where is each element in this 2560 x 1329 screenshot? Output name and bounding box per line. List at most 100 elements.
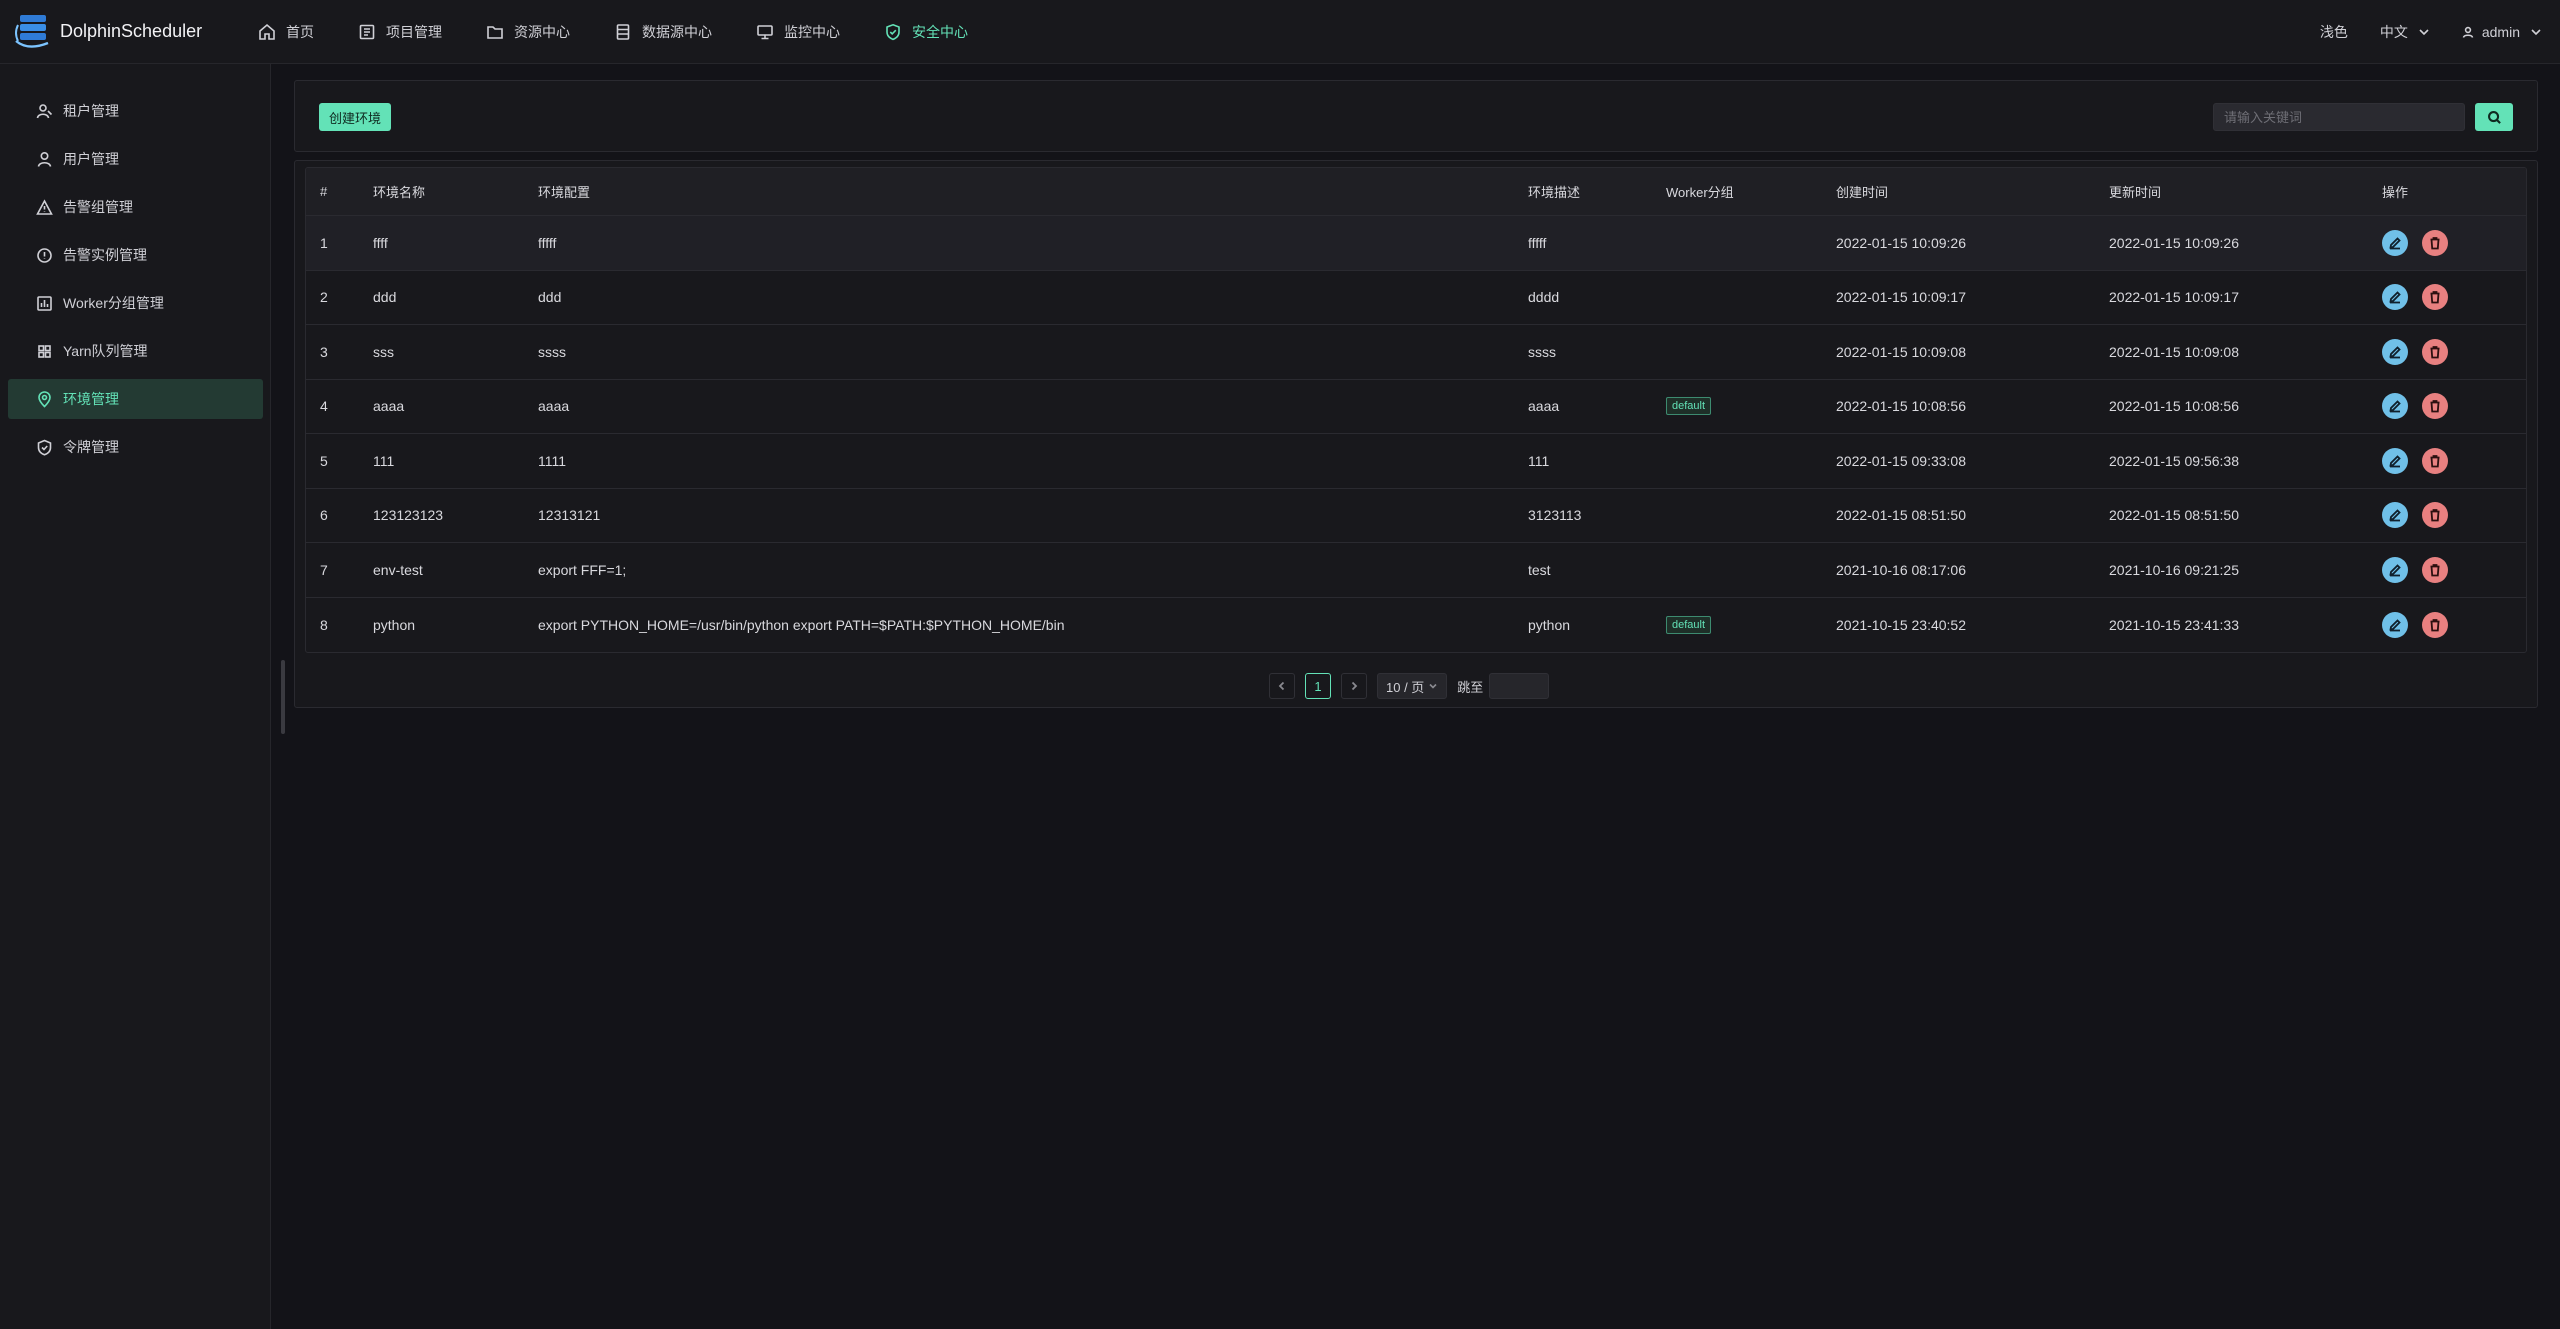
language-select[interactable]: 中文 [2380,22,2430,42]
cell-config: 1111 [538,452,567,469]
delete-icon [2430,618,2440,632]
edit-button[interactable] [2382,229,2408,256]
sidebar-item-alert-group[interactable]: 告警组管理 [8,187,263,227]
edit-button[interactable] [2382,338,2408,365]
cell-created: 2022-01-15 08:51:50 [1836,507,1966,524]
delete-button[interactable] [2422,556,2448,583]
cell-desc: python [1528,616,1571,633]
sidebar-item-tenant[interactable]: 租户管理 [8,91,263,131]
edit-icon [2389,236,2401,250]
search-input[interactable] [2213,103,2465,131]
cell-updated: 2022-01-15 08:51:50 [2109,507,2239,524]
theme-toggle[interactable]: 浅色 [2320,22,2348,42]
toolbar-card: 创建环境 [294,80,2538,152]
sidebar-item-user[interactable]: 用户管理 [8,139,263,179]
column-header-name: 环境名称 [373,185,426,200]
delete-button[interactable] [2422,611,2448,638]
cell-created: 2022-01-15 10:09:26 [1836,234,1966,251]
sidebar-item-environment[interactable]: 环境管理 [8,379,263,419]
cell-index: 8 [320,616,328,633]
nav-home[interactable]: 首页 [236,0,336,64]
nav-datasource-label: 数据源中心 [642,23,712,40]
jump-page-input[interactable] [1489,673,1550,699]
delete-button[interactable] [2422,393,2448,420]
cell-actions [2382,489,2462,543]
cell-name: aaaa [373,398,405,415]
delete-button[interactable] [2422,284,2448,311]
sidebar-item-token[interactable]: 令牌管理 [8,427,263,467]
cell-config: aaaa [538,398,570,415]
chevron-left-icon [1278,681,1285,691]
edit-button[interactable] [2382,502,2408,529]
table-header: # 环境名称 环境配置 环境描述 Worker分组 创建时间 更新时间 操作 [306,168,2526,216]
column-header-updated: 更新时间 [2109,185,2162,200]
chevron-down-icon [2531,28,2541,35]
next-page-button[interactable] [1341,673,1367,699]
nav-monitor[interactable]: 监控中心 [734,0,862,64]
column-header-actions: 操作 [2382,185,2409,200]
folder-icon [487,25,503,39]
prev-page-button[interactable] [1269,673,1295,699]
nav-project[interactable]: 项目管理 [336,0,464,64]
edit-button[interactable] [2382,556,2408,583]
table-row: 8 python export PYTHON_HOME=/usr/bin/pytho… [306,598,2526,653]
shield-icon [886,23,900,40]
user-menu[interactable]: admin [2462,24,2542,40]
cell-name: env-test [373,561,423,578]
delete-icon [2430,345,2440,359]
cell-created: 2022-01-15 10:09:17 [1836,289,1966,306]
delete-button[interactable] [2422,229,2448,256]
table-card: # 环境名称 环境配置 环境描述 Worker分组 创建时间 更新时间 操作 1… [294,160,2538,708]
column-header-worker-group: Worker分组 [1666,185,1734,200]
page-size-select[interactable]: 10 / 页 [1377,673,1448,699]
cell-actions [2382,325,2462,379]
nav-resource-label: 资源中心 [514,23,570,40]
cell-actions [2382,380,2462,434]
alert-group-icon [36,198,53,215]
delete-button[interactable] [2422,447,2448,474]
table-row: 2 ddd ddd dddd 2022-01-15 10:09:17 2022-01-15… [306,271,2526,325]
table-body: 1 ffff fffff fffff 2022-01-15 10:09:26 2022-0… [306,216,2526,652]
delete-button[interactable] [2422,502,2448,529]
edit-button[interactable] [2382,447,2408,474]
edit-button[interactable] [2382,393,2408,420]
page-button-current[interactable]: 1 [1305,673,1331,699]
table-row: 1 ffff fffff fffff 2022-01-15 10:09:26 2022-0… [306,216,2526,271]
sidebar-item-worker-group[interactable]: Worker分组管理 [8,283,263,323]
edit-icon [2389,345,2401,359]
nav-security[interactable]: 安全中心 [862,0,990,64]
edit-icon [2389,291,2401,304]
edit-button[interactable] [2382,611,2408,638]
logo[interactable]: DolphinScheduler [12,11,222,53]
nav-datasource[interactable]: 数据源中心 [592,0,734,64]
worker-group-tag: default [1666,615,1712,634]
nav-resource[interactable]: 资源中心 [464,0,592,64]
cell-updated: 2021-10-16 09:21:25 [2109,561,2239,578]
delete-icon [2430,236,2440,250]
cell-config: fffff [538,234,557,251]
main-nav: 首页 项目管理 资源中心 数据源中心 监控中心 安全中心 [236,0,990,64]
table-row: 4 aaaa aaaa aaaa 2022-01-15 10:08:56 2022-01-… [306,380,2526,434]
cell-desc: fffff [1528,234,1547,251]
cell-actions [2382,543,2462,597]
sidebar-resize-handle[interactable] [281,660,285,734]
sidebar-item-alert-instance[interactable]: 告警实例管理 [8,235,263,275]
cell-config: 12313121 [538,507,601,524]
delete-button[interactable] [2422,338,2448,365]
cell-created: 2022-01-15 10:08:56 [1836,398,1966,415]
sidebar: 租户管理 用户管理 告警组管理 告警实例管理 Worker分组管理 Yarn队列… [0,64,271,1329]
cell-desc: dddd [1528,289,1560,306]
search-button[interactable] [2475,103,2513,131]
top-header: DolphinScheduler 首页 项目管理 资源中心 数据源中心 监控中心… [0,0,2560,64]
sidebar-item-yarn-queue[interactable]: Yarn队列管理 [8,331,263,371]
theme-label: 浅色 [2319,23,2348,40]
delete-icon [2430,291,2440,304]
cell-config: ssss [538,343,566,360]
create-environment-button[interactable]: 创建环境 [319,103,392,131]
edit-button[interactable] [2382,284,2408,311]
cell-index: 3 [320,343,328,360]
cell-config: export PYTHON_HOME=/usr/bin/python expor… [538,616,1065,633]
cell-updated: 2022-01-15 10:08:56 [2109,398,2239,415]
cell-created: 2022-01-15 10:09:08 [1836,343,1966,360]
cell-actions [2382,271,2462,325]
